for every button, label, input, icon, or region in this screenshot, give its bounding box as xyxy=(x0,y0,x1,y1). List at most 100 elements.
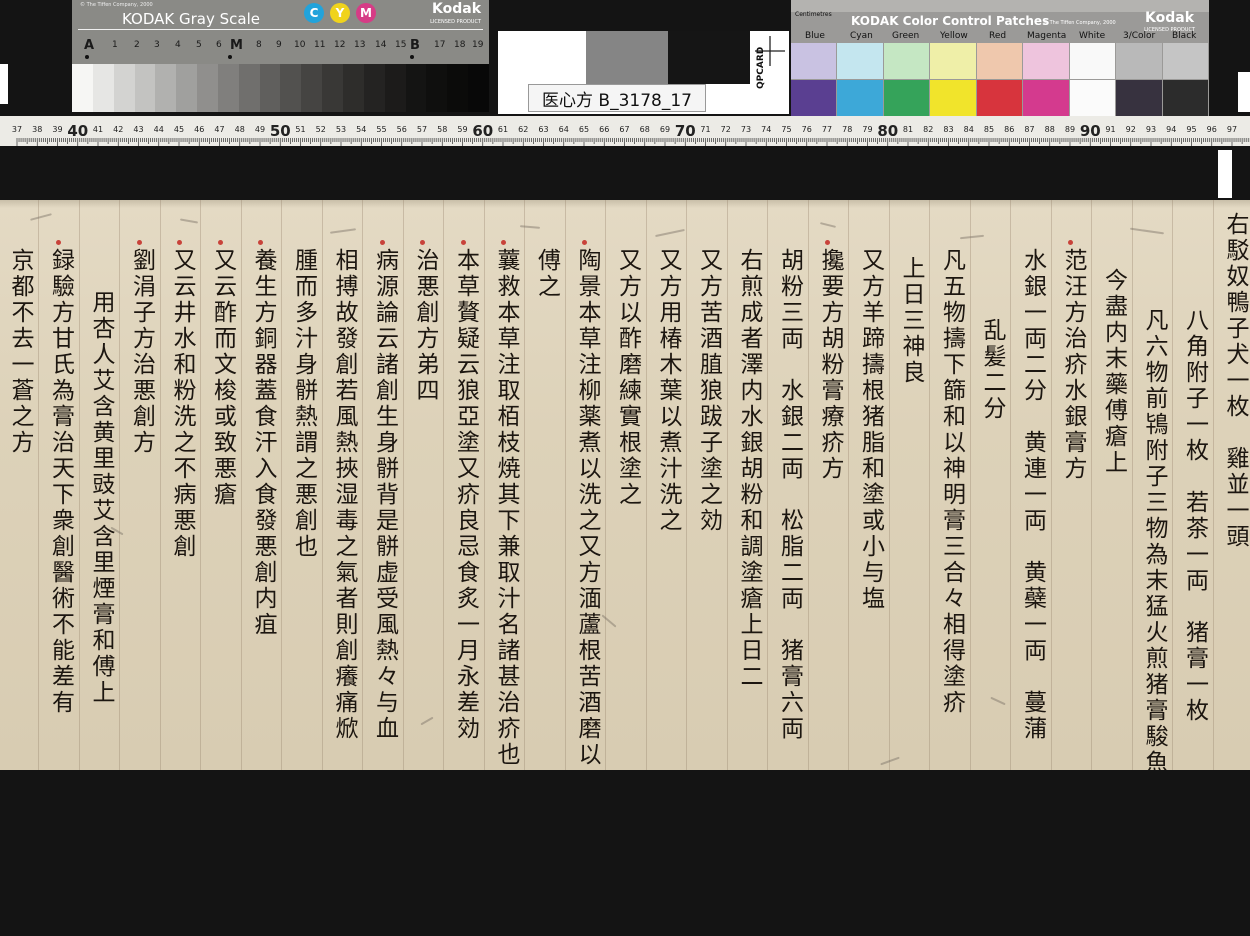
gray-step-patch xyxy=(280,64,302,112)
ruler-tick-label: 59 xyxy=(457,125,467,134)
qpcard-brand: QPCARD xyxy=(756,46,766,89)
registration-dot xyxy=(85,55,89,59)
red-mark-icon xyxy=(217,240,223,245)
text-column: 胡粉三両 水銀二両 松脂二両 猪膏六両 xyxy=(776,248,803,742)
ruled-line xyxy=(969,200,971,770)
ruler-tick-label: 95 xyxy=(1186,125,1196,134)
ruler-tick-label: 94 xyxy=(1166,125,1176,134)
ruler-tick-label: 74 xyxy=(761,125,771,134)
ruled-line xyxy=(483,200,485,770)
ruler-tick-label: 48 xyxy=(235,125,245,134)
scale-label: 14 xyxy=(375,40,387,50)
text-column: 八角附子一枚 若茶一両 猪膏一枚 xyxy=(1181,308,1208,724)
text-column: 京都不去一蒼之方 xyxy=(7,248,33,456)
gray-card-title: KODAK Gray Scale xyxy=(122,10,260,28)
ruled-line xyxy=(1131,200,1133,770)
gray-step-patch xyxy=(301,64,323,112)
text-column: 傅之 xyxy=(533,248,560,300)
paper-fiber xyxy=(959,234,985,240)
ruled-line xyxy=(848,200,849,770)
text-column: 范汪方治疥水銀膏方 xyxy=(1060,248,1086,482)
scale-label: A xyxy=(84,38,95,53)
gray-step-patch xyxy=(405,64,427,112)
gray-scale-labels: A 1 2 3 4 5 6 M 8 9 10 11 12 13 14 15 B … xyxy=(78,38,488,54)
text-column: 上日三神良 xyxy=(898,256,924,386)
ruler-tick-label: 65 xyxy=(579,125,589,134)
black-patch xyxy=(668,31,750,84)
mid-gray-patch xyxy=(586,31,668,84)
ruled-line xyxy=(726,200,728,770)
text-column: 右駁奴鴨子犬一枚 雞並一頭 xyxy=(1222,212,1248,550)
measuring-ruler: 37 38 39 40 41 42 43 44 45 46 47 48 49 50 51 52 53 54 55 56… xyxy=(0,116,1250,146)
text-column: 今盡内末藥傅瘡上 xyxy=(1100,268,1127,476)
ruler-tick-label: 75 xyxy=(781,125,791,134)
patch-label: Cyan xyxy=(850,31,873,41)
magenta-dot-icon: M xyxy=(356,3,376,23)
paper-fiber xyxy=(880,756,900,766)
text-column: 乱髪二分 xyxy=(979,318,1005,422)
patch-label: White xyxy=(1079,31,1106,41)
scale-label: 8 xyxy=(256,40,262,50)
patch-label: Green xyxy=(892,31,920,41)
ruled-line xyxy=(767,200,768,770)
ruler-tick-label: 83 xyxy=(943,125,953,134)
gray-step-patch xyxy=(176,64,198,112)
ruler-tick-label: 44 xyxy=(154,125,164,134)
ruler-tick-label: 97 xyxy=(1227,125,1237,134)
ruler-tick-label: 92 xyxy=(1126,125,1136,134)
ruler-tick-label: 43 xyxy=(133,125,143,134)
paper-fiber xyxy=(179,218,199,224)
color-patch xyxy=(1162,80,1208,116)
ruler-tick-label: 84 xyxy=(964,125,974,134)
color-patch xyxy=(883,43,930,79)
registration-dot xyxy=(228,55,232,59)
ruled-line xyxy=(888,200,890,770)
ruler-tick-label: 49 xyxy=(255,125,265,134)
ruler-tick-label: 63 xyxy=(538,125,548,134)
text-column: 又方用椿木葉以煮汁洗之 xyxy=(655,248,681,534)
color-patch xyxy=(837,43,883,79)
ruler-tick-label: 54 xyxy=(356,125,366,134)
ruled-line xyxy=(119,200,120,770)
scale-label: M xyxy=(230,38,243,53)
gray-step-patch xyxy=(384,64,406,112)
color-patch xyxy=(1069,43,1116,79)
ruler-tick-label: 90 xyxy=(1080,122,1101,140)
ruler-tick-label: 82 xyxy=(923,125,933,134)
color-patch xyxy=(1162,43,1208,79)
color-patch xyxy=(976,80,1023,116)
red-mark-icon xyxy=(460,240,466,245)
scale-label: 4 xyxy=(175,40,181,50)
text-column: 又云酢而文梭或致悪瘡 xyxy=(209,248,236,508)
gray-step-patch xyxy=(238,64,260,112)
patch-label: Black xyxy=(1172,31,1197,41)
text-column: 治悪創方弟四 xyxy=(412,248,438,404)
side-mark xyxy=(0,64,8,104)
ruler-tick-label: 53 xyxy=(336,125,346,134)
color-patch xyxy=(791,80,837,116)
scale-label: B xyxy=(410,38,420,53)
cyan-dot-icon: C xyxy=(304,3,324,23)
ruler-tick-label: 67 xyxy=(619,125,629,134)
yellow-dot-icon: Y xyxy=(330,3,350,23)
ruled-line xyxy=(1091,200,1092,770)
ruler-tick-label: 78 xyxy=(842,125,852,134)
text-column: 凡六物前鴇附子三物為末猛火煎猪膏駿魚 xyxy=(1141,308,1167,770)
ruled-line xyxy=(645,200,647,770)
gray-step-patch xyxy=(322,64,343,112)
ruler-tick-label: 46 xyxy=(194,125,204,134)
ruler-tick-label: 50 xyxy=(270,122,291,140)
color-patch xyxy=(930,43,976,79)
scale-label: 18 xyxy=(454,40,466,50)
ruler-tick-label: 81 xyxy=(903,125,913,134)
scale-label: 3 xyxy=(154,40,160,50)
red-mark-icon xyxy=(1068,240,1073,245)
ruler-tick-label: 51 xyxy=(295,125,305,134)
light-patch-row xyxy=(791,43,1209,79)
text-column: 凡五物擣下篩和以神明膏三合々相得塗疥 xyxy=(938,248,965,716)
red-mark-icon xyxy=(825,240,830,245)
ruled-line xyxy=(443,200,444,770)
color-patch xyxy=(1023,43,1069,79)
ruler-tick-label: 47 xyxy=(214,125,224,134)
red-mark-icon xyxy=(177,240,182,245)
